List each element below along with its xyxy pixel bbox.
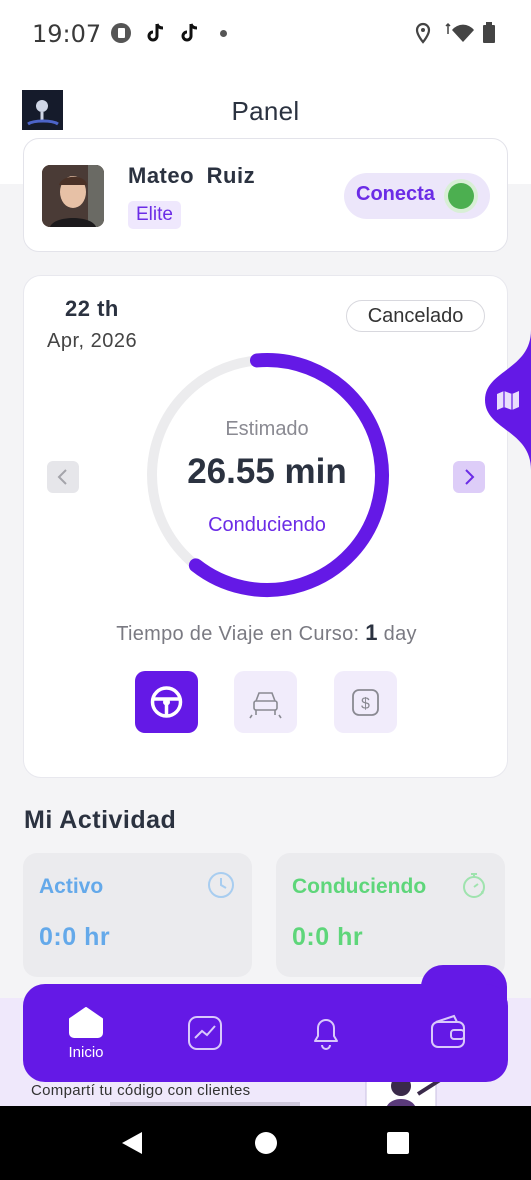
- driving-mode-button[interactable]: [135, 671, 198, 733]
- wifi-icon: [445, 22, 474, 42]
- nav-item-wallet[interactable]: [415, 1000, 481, 1066]
- active-time-card[interactable]: Activo 0:0 hr: [23, 853, 252, 977]
- earnings-mode-button[interactable]: $: [334, 671, 397, 733]
- gauge-caption: Estimado: [225, 418, 309, 440]
- location-icon: [415, 22, 431, 44]
- profile-card: Mateo Ruiz Elite Conecta: [23, 138, 508, 252]
- driving-time-value: 0:0 hr: [292, 923, 364, 951]
- svg-text:$: $: [361, 696, 370, 713]
- ride-mode-button[interactable]: [234, 671, 297, 733]
- active-time-label: Activo: [39, 875, 104, 898]
- profile-name: Mateo Ruiz: [128, 163, 256, 188]
- tiktok-icon: [181, 23, 198, 42]
- travel-time-line: Tiempo de Viaje en Curso: 1 day: [24, 620, 509, 646]
- nav-item-home[interactable]: Inicio: [53, 1000, 119, 1066]
- status-time: 19:07: [32, 20, 102, 48]
- nav-label-home: Inicio: [68, 1044, 104, 1061]
- profile-tier-badge: Elite: [128, 201, 181, 229]
- wallet-icon: [431, 1014, 465, 1048]
- recents-icon[interactable]: [387, 1132, 409, 1154]
- travel-time-label: Tiempo de Viaje en Curso:: [116, 623, 360, 645]
- trip-status-chip: Cancelado: [346, 300, 485, 332]
- stopwatch-icon: [463, 873, 485, 898]
- battery-icon: [483, 22, 495, 43]
- chevron-right-icon: [465, 469, 475, 485]
- chart-icon: [188, 1016, 222, 1050]
- nav-item-stats[interactable]: [172, 1000, 238, 1066]
- system-navigation-bar: [0, 1106, 531, 1180]
- gauge-value: 26.55 min: [187, 452, 347, 491]
- active-time-value: 0:0 hr: [39, 923, 111, 951]
- trip-day: 22 th: [65, 296, 119, 321]
- bell-icon: [314, 1019, 338, 1050]
- page-title: Panel: [231, 96, 300, 126]
- previous-trip-button[interactable]: [47, 461, 79, 493]
- home-icon: [69, 1007, 103, 1038]
- chevron-left-icon: [57, 469, 67, 485]
- profile-photo[interactable]: [42, 165, 104, 227]
- map-side-tab[interactable]: [485, 330, 531, 470]
- status-bar: 19:07: [0, 0, 531, 68]
- bottom-navigation: Inicio: [23, 984, 508, 1082]
- app-notification-icon: [111, 23, 131, 43]
- activity-section-title: Mi Actividad: [24, 806, 177, 834]
- clock-icon: [208, 872, 234, 898]
- notification-dot: [220, 30, 227, 37]
- tiktok-icon: [147, 23, 164, 42]
- map-icon: [497, 391, 519, 410]
- dollar-icon: $: [352, 689, 379, 716]
- steering-wheel-icon: [150, 686, 183, 718]
- travel-time-value: 1: [365, 620, 378, 645]
- car-icon: [249, 692, 282, 719]
- nav-item-notifications[interactable]: [293, 1000, 359, 1066]
- trip-month-year: Apr, 2026: [47, 330, 138, 352]
- travel-time-unit: day: [383, 623, 417, 645]
- connect-toggle[interactable]: Conecta: [344, 173, 490, 219]
- trip-card: 22 th Apr, 2026 Cancelado Estimado 26.55…: [23, 275, 508, 778]
- driving-time-card[interactable]: Conduciendo 0:0 hr: [276, 853, 505, 977]
- home-button-icon[interactable]: [254, 1131, 278, 1155]
- gauge-state: Conduciendo: [208, 514, 326, 536]
- connect-label: Conecta: [356, 183, 435, 205]
- promo-text: Compartí tu código con clientes: [31, 1082, 251, 1099]
- online-status-dot: [448, 183, 474, 209]
- next-trip-button[interactable]: [453, 461, 485, 493]
- back-icon[interactable]: [118, 1130, 146, 1156]
- driving-time-label: Conduciendo: [292, 875, 427, 898]
